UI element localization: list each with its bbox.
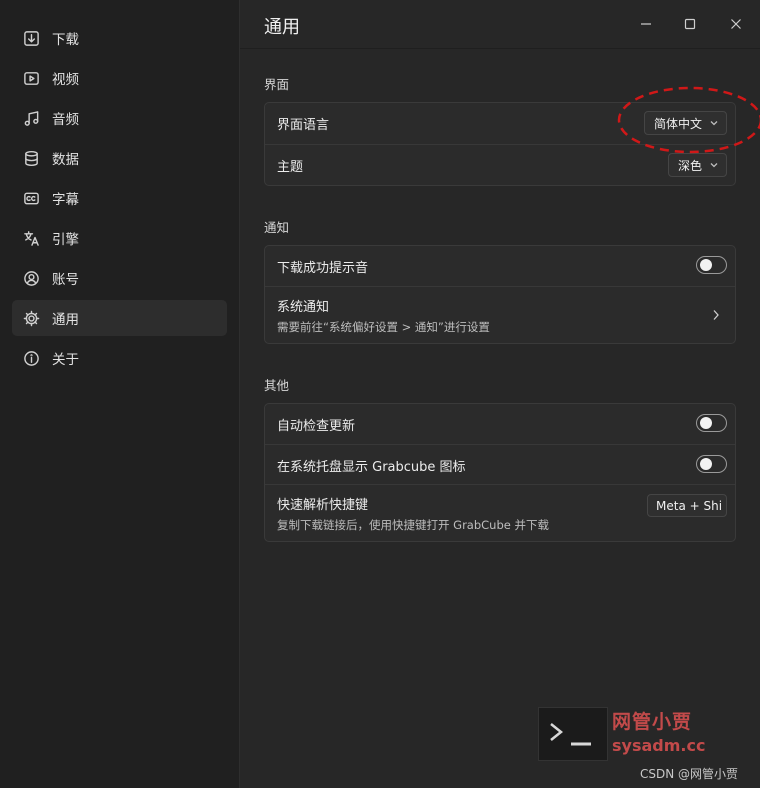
sidebar-item-label: 下载	[52, 32, 79, 48]
engine-icon	[22, 229, 40, 247]
main-panel: 通用 界面 界面语言 简体中文 主题 深色 通知 下载成功提示音 系统通知 需要…	[240, 0, 760, 788]
system-notify-label: 系统通知	[277, 300, 330, 315]
title-bar: 通用	[240, 0, 760, 49]
toggle-knob	[700, 259, 712, 271]
sidebar-item-download[interactable]: 下载	[12, 20, 227, 56]
language-select[interactable]: 简体中文	[643, 111, 727, 135]
section-title-other: 其他	[264, 378, 290, 393]
audio-icon	[22, 109, 40, 127]
hotkey-row: 快速解析快捷键 复制下载链接后，使用快捷键打开 GrabCube 并下载 Met…	[265, 484, 735, 542]
sidebar-item-label: 通用	[52, 312, 79, 328]
sidebar-item-general[interactable]: 通用	[12, 300, 227, 336]
sidebar-item-label: 音频	[52, 112, 79, 128]
sidebar-item-audio[interactable]: 音频	[12, 100, 227, 136]
system-notify-row[interactable]: 系统通知 需要前往“系统偏好设置 > 通知”进行设置	[265, 286, 735, 344]
app-window: 下载 视频 音频 数据 字幕 引擎 账号 通用 关于 通用 界面 界面语言 简体…	[0, 0, 760, 788]
theme-value: 深色	[677, 158, 702, 173]
sidebar-item-label: 视频	[52, 72, 79, 88]
autoupdate-toggle[interactable]	[696, 414, 727, 432]
video-icon	[22, 69, 40, 87]
theme-row: 主题 深色	[265, 144, 735, 186]
sidebar: 下载 视频 音频 数据 字幕 引擎 账号 通用 关于	[0, 0, 240, 788]
sound-row: 下载成功提示音	[265, 246, 735, 286]
maximize-button[interactable]	[678, 12, 702, 36]
chevron-down-icon	[710, 161, 718, 169]
sidebar-item-about[interactable]: 关于	[12, 340, 227, 376]
sidebar-item-account[interactable]: 账号	[12, 260, 227, 296]
watermark-site: sysadm.cc	[612, 736, 706, 755]
download-icon	[22, 29, 40, 47]
info-icon	[22, 349, 40, 367]
language-value: 简体中文	[653, 116, 702, 131]
section-title-notify: 通知	[264, 220, 290, 235]
other-card: 自动检查更新 在系统托盘显示 Grabcube 图标 快速解析快捷键 复制下载链…	[264, 403, 736, 542]
sidebar-item-label: 账号	[52, 272, 79, 288]
watermark-credit: CSDN @网管小贾	[640, 767, 739, 781]
sidebar-item-engine[interactable]: 引擎	[12, 220, 227, 256]
toggle-knob	[700, 417, 712, 429]
theme-label: 主题	[277, 160, 304, 175]
sound-toggle[interactable]	[696, 256, 727, 274]
database-icon	[22, 149, 40, 167]
page-title: 通用	[264, 17, 300, 38]
close-icon	[731, 19, 741, 29]
tray-row: 在系统托盘显示 Grabcube 图标	[265, 444, 735, 485]
autoupdate-row: 自动检查更新	[265, 404, 735, 444]
maximize-icon	[684, 18, 696, 30]
language-row: 界面语言 简体中文	[265, 103, 735, 144]
language-label: 界面语言	[277, 118, 330, 133]
close-button[interactable]	[724, 12, 748, 36]
minimize-icon	[641, 23, 651, 25]
sidebar-item-video[interactable]: 视频	[12, 60, 227, 96]
terminal-logo	[538, 707, 608, 761]
tray-toggle[interactable]	[696, 455, 727, 473]
system-notify-desc: 需要前往“系统偏好设置 > 通知”进行设置	[277, 320, 490, 334]
sidebar-item-subtitles[interactable]: 字幕	[12, 180, 227, 216]
sidebar-item-data[interactable]: 数据	[12, 140, 227, 176]
hotkey-label: 快速解析快捷键	[277, 498, 369, 513]
toggle-knob	[700, 458, 712, 470]
sidebar-item-label: 关于	[52, 352, 79, 368]
tray-label: 在系统托盘显示 Grabcube 图标	[277, 460, 466, 475]
gear-icon	[22, 309, 40, 327]
notify-card: 下载成功提示音 系统通知 需要前往“系统偏好设置 > 通知”进行设置	[264, 245, 736, 344]
watermark-brand: 网管小贾	[612, 711, 693, 733]
chevron-down-icon	[710, 119, 718, 127]
sidebar-item-label: 字幕	[52, 192, 79, 208]
minimize-button[interactable]	[634, 12, 658, 36]
sound-label: 下载成功提示音	[277, 261, 369, 276]
sidebar-item-label: 引擎	[52, 232, 79, 248]
interface-card: 界面语言 简体中文 主题 深色	[264, 102, 736, 186]
section-title-interface: 界面	[264, 77, 290, 92]
hotkey-desc: 复制下载链接后，使用快捷键打开 GrabCube 并下载	[277, 518, 549, 532]
chevron-right-icon	[712, 309, 722, 321]
subtitles-icon	[22, 189, 40, 207]
account-icon	[22, 269, 40, 287]
autoupdate-label: 自动检查更新	[277, 419, 356, 434]
theme-select[interactable]: 深色	[667, 153, 727, 177]
hotkey-input[interactable]: Meta + Shi	[647, 494, 727, 517]
sidebar-item-label: 数据	[52, 152, 79, 168]
